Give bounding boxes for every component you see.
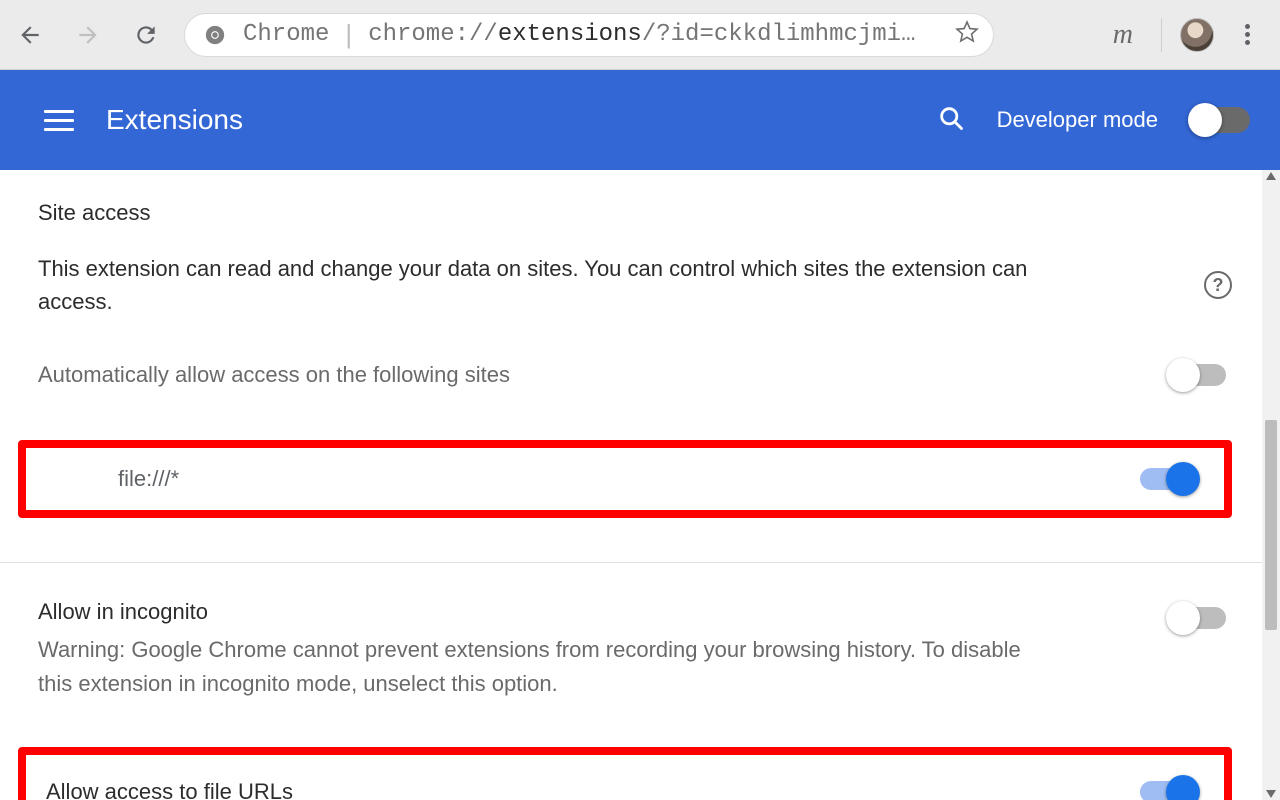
url-path: /?id=ckkdlimhmcjmi…	[642, 21, 916, 48]
page-title: Extensions	[106, 104, 243, 136]
url-scheme: chrome://	[368, 21, 498, 48]
browser-toolbar: Chrome | chrome://extensions/?id=ckkdlim…	[0, 0, 1280, 70]
extension-detail-panel: Site access This extension can read and …	[0, 170, 1262, 800]
allow-file-urls-toggle[interactable]	[1140, 781, 1196, 800]
allow-file-urls-label: Allow access to file URLs	[46, 779, 293, 800]
omnibox-url: chrome://extensions/?id=ckkdlimhmcjmi…	[368, 21, 915, 48]
address-bar[interactable]: Chrome | chrome://extensions/?id=ckkdlim…	[184, 13, 994, 57]
developer-mode-label: Developer mode	[997, 107, 1158, 133]
site-access-file-row: file:///*	[18, 440, 1232, 518]
site-pattern-label: file:///*	[118, 466, 179, 492]
menu-icon[interactable]	[44, 110, 74, 131]
allow-incognito-warning: Warning: Google Chrome cannot prevent ex…	[38, 633, 1058, 701]
site-pattern-toggle[interactable]	[1140, 468, 1196, 490]
toolbar-divider	[1161, 18, 1162, 52]
forward-button[interactable]	[68, 15, 108, 55]
profile-avatar[interactable]	[1180, 18, 1214, 52]
extensions-header: Extensions Developer mode	[0, 70, 1280, 170]
bookmark-star-icon[interactable]	[955, 20, 979, 49]
chrome-icon	[203, 23, 227, 47]
url-host: extensions	[498, 21, 642, 48]
back-button[interactable]	[10, 15, 50, 55]
omnibox-separator: |	[345, 19, 352, 50]
developer-mode-toggle[interactable]	[1190, 107, 1250, 133]
allow-file-urls-row: Allow access to file URLs	[18, 747, 1232, 800]
reload-button[interactable]	[126, 15, 166, 55]
vertical-scrollbar[interactable]	[1262, 170, 1280, 800]
help-icon[interactable]: ?	[1204, 271, 1232, 299]
auto-allow-toggle[interactable]	[1170, 364, 1226, 386]
scroll-up-arrow-icon[interactable]	[1266, 172, 1276, 180]
search-icon[interactable]	[937, 104, 965, 137]
allow-incognito-heading: Allow in incognito	[38, 599, 1058, 625]
scroll-thumb[interactable]	[1265, 420, 1277, 630]
site-access-description: This extension can read and change your …	[38, 252, 1088, 318]
omnibox-origin-label: Chrome	[243, 21, 329, 48]
browser-menu-button[interactable]	[1232, 21, 1262, 48]
scroll-down-arrow-icon[interactable]	[1266, 790, 1276, 798]
allow-incognito-toggle[interactable]	[1170, 607, 1226, 629]
extension-button[interactable]: m	[1103, 19, 1143, 51]
site-access-heading: Site access	[38, 200, 1232, 226]
auto-allow-label: Automatically allow access on the follow…	[38, 362, 510, 388]
